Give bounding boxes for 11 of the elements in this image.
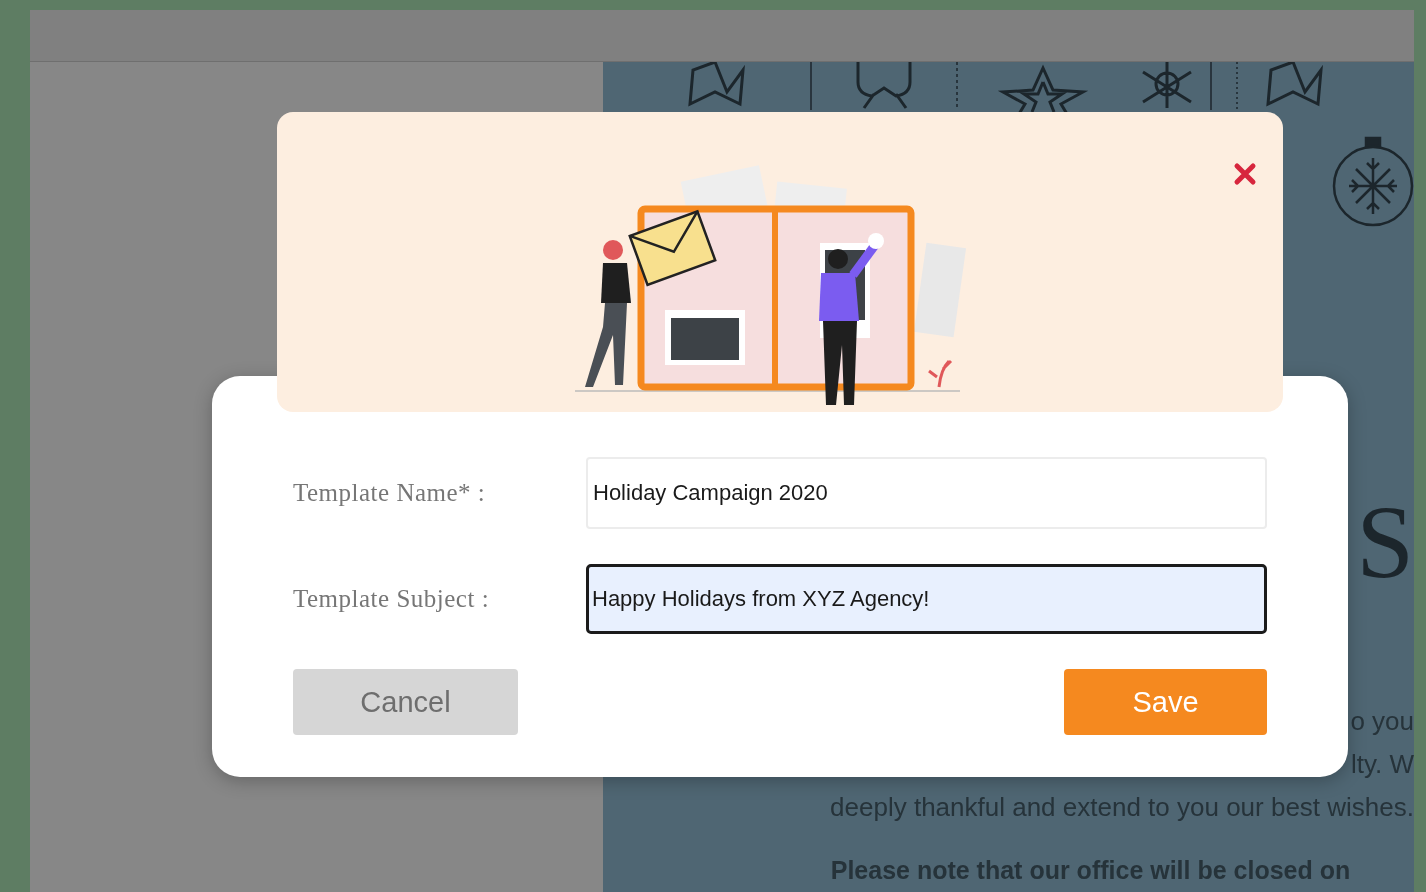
close-icon[interactable] (1233, 162, 1257, 186)
body-text: o you (1350, 705, 1414, 738)
cancel-button[interactable]: Cancel (293, 669, 518, 735)
input-field[interactable]: Holiday Campaign 2020 (586, 457, 1267, 529)
body-text: deeply thankful and extend to you our best wishes. (830, 791, 1414, 824)
field-label: Template Name* : (293, 479, 487, 507)
heading-text: S (1356, 490, 1414, 594)
field-label: Template Subject : (293, 585, 491, 613)
body-text: lty. W (1350, 748, 1414, 781)
body-text: Please note that our office will be closed on (830, 855, 1351, 885)
input-field[interactable]: Happy Holidays from XYZ Agency! (586, 564, 1267, 634)
